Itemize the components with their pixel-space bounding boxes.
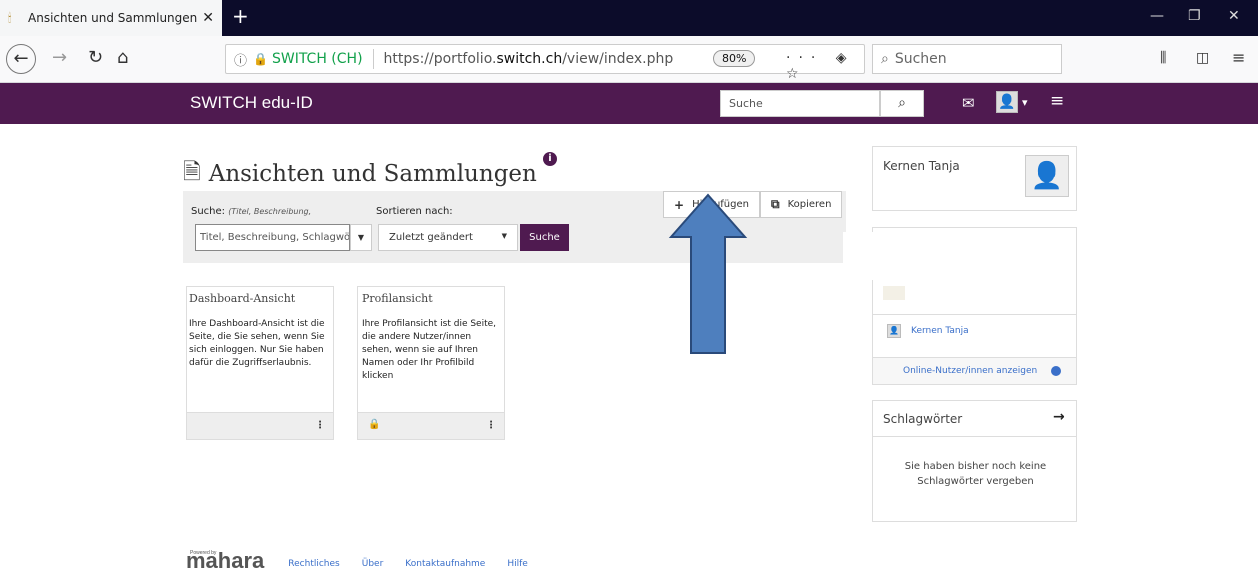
redacted-area bbox=[843, 232, 1041, 280]
avatar-icon: 👤 bbox=[887, 324, 901, 338]
more-options-icon[interactable]: ⋮ bbox=[486, 420, 496, 431]
url-bar[interactable]: ⓘ 🔒 SWITCH (CH) https://portfolio.switch… bbox=[225, 44, 865, 82]
chevron-down-icon[interactable]: ▾ bbox=[1022, 96, 1028, 109]
show-online-users-link[interactable]: Online-Nutzer/innen anzeigen bbox=[903, 366, 1037, 376]
page-title: 🗎 Ansichten und Sammlungen bbox=[183, 155, 537, 193]
footer-link-about[interactable]: Über bbox=[362, 559, 384, 569]
footer-link-legal[interactable]: Rechtliches bbox=[288, 559, 339, 569]
placeholder-bar bbox=[883, 286, 905, 300]
search-icon: ⌕ bbox=[881, 51, 889, 67]
browser-nav-bar: ← → ↻ ⌂ ⓘ 🔒 SWITCH (CH) https://portfoli… bbox=[0, 36, 1258, 83]
copy-button[interactable]: ⧉ Kopieren bbox=[759, 191, 843, 218]
view-card-dashboard[interactable]: Dashboard-Ansicht Ihre Dashboard-Ansicht… bbox=[186, 286, 334, 440]
search-button[interactable]: Suche bbox=[520, 224, 569, 251]
tags-empty-message: Sie haben bisher noch keine Schlagwörter… bbox=[904, 461, 1047, 487]
url-text: https://portfolio.switch.ch/view/index.p… bbox=[383, 51, 674, 67]
online-user-item[interactable]: 👤 Kernen Tanja bbox=[887, 324, 969, 338]
hamburger-menu-icon[interactable]: ≡ bbox=[1050, 91, 1064, 111]
card-footer: ⋮ bbox=[186, 412, 334, 440]
card-title[interactable]: Dashboard-Ansicht bbox=[189, 292, 295, 305]
tags-title: Schlagwörter bbox=[883, 412, 963, 426]
sort-select[interactable]: Zuletzt geändert ▼ bbox=[378, 224, 518, 251]
back-button[interactable]: ← bbox=[6, 44, 36, 74]
card-description: Ihre Dashboard-Ansicht ist die Seite, di… bbox=[189, 319, 325, 368]
search-type-dropdown[interactable]: ▼ bbox=[350, 224, 372, 251]
browser-search-input[interactable]: ⌕ Suchen bbox=[872, 44, 1062, 74]
footer-link-help[interactable]: Hilfe bbox=[507, 559, 527, 569]
search-label: Suche: (Titel, Beschreibung, bbox=[191, 206, 312, 217]
sidebar-toggle-icon[interactable]: ◫ bbox=[1196, 48, 1209, 68]
reload-button[interactable]: ↻ bbox=[88, 48, 103, 68]
profile-avatar[interactable]: 👤 bbox=[1025, 155, 1069, 197]
arrow-right-icon[interactable]: → bbox=[1053, 409, 1065, 425]
url-separator bbox=[372, 49, 374, 69]
site-search-button[interactable]: ⌕ bbox=[880, 90, 924, 117]
footer-link-contact[interactable]: Kontaktaufnahme bbox=[405, 559, 485, 569]
document-icon: 🗎 bbox=[183, 160, 201, 185]
view-card-profile[interactable]: Profilansicht Ihre Profilansicht ist die… bbox=[357, 286, 505, 440]
minimize-icon[interactable]: — bbox=[1150, 8, 1164, 24]
arrow-circle-icon[interactable] bbox=[1051, 366, 1061, 376]
page-title-text: Ansichten und Sammlungen bbox=[208, 161, 537, 187]
site-brand[interactable]: SWITCH edu-ID bbox=[190, 93, 313, 113]
online-users-block: 👤 Kernen Tanja Online-Nutzer/innen anzei… bbox=[843, 227, 1077, 385]
profile-block: Kernen Tanja 👤 bbox=[872, 146, 1077, 211]
search-icon: ⌕ bbox=[898, 95, 906, 111]
new-tab-button[interactable]: + bbox=[232, 6, 249, 26]
close-tab-icon[interactable]: ✕ bbox=[202, 10, 214, 26]
library-icon[interactable]: ⫼ bbox=[1160, 48, 1166, 68]
page-actions-icon[interactable]: ··· ◈ ☆ bbox=[786, 50, 864, 82]
menu-icon[interactable]: ≡ bbox=[1232, 48, 1245, 68]
restore-icon[interactable]: ❐ bbox=[1188, 8, 1201, 24]
browser-search-placeholder: Suchen bbox=[894, 51, 947, 67]
browser-tab-bar: 🕯 Ansichten und Sammlungen - S ✕ + — ❐ ✕ bbox=[0, 0, 1258, 36]
favicon-icon: 🕯 bbox=[8, 10, 12, 25]
sort-label: Sortieren nach: bbox=[376, 206, 453, 217]
home-button[interactable]: ⌂ bbox=[117, 48, 128, 68]
zoom-indicator[interactable]: 80% bbox=[713, 50, 756, 67]
card-footer: 🔒 ⋮ bbox=[357, 412, 505, 440]
tab-title: Ansichten und Sammlungen - S bbox=[28, 11, 199, 25]
divider bbox=[873, 314, 1076, 315]
info-icon[interactable]: ⓘ bbox=[234, 50, 247, 69]
view-search-input[interactable]: Titel, Beschreibung, Schlagwö bbox=[195, 224, 350, 251]
tags-block: Schlagwörter → Sie haben bisher noch kei… bbox=[872, 400, 1077, 522]
tags-header: Schlagwörter → bbox=[873, 401, 1076, 437]
profile-name[interactable]: Kernen Tanja bbox=[883, 159, 960, 173]
site-header: SWITCH edu-ID Suche ⌕ ✉ 👤 ▾ ≡ bbox=[0, 83, 1258, 124]
close-window-icon[interactable]: ✕ bbox=[1228, 8, 1240, 24]
annotation-arrow bbox=[668, 193, 748, 354]
page-footer: Powered by mahara Rechtliches Über Konta… bbox=[186, 550, 550, 572]
lock-icon: 🔒 bbox=[253, 52, 268, 66]
lock-icon: 🔒 bbox=[368, 419, 381, 430]
more-options-icon[interactable]: ⋮ bbox=[315, 420, 325, 431]
card-title[interactable]: Profilansicht bbox=[362, 292, 433, 305]
browser-tab[interactable]: 🕯 Ansichten und Sammlungen - S ✕ bbox=[0, 0, 222, 36]
forward-button[interactable]: → bbox=[52, 48, 67, 68]
online-users-footer: Online-Nutzer/innen anzeigen bbox=[872, 357, 1077, 385]
mahara-logo[interactable]: Powered by mahara bbox=[186, 550, 264, 572]
user-avatar[interactable]: 👤 bbox=[996, 91, 1018, 113]
site-search-input[interactable]: Suche bbox=[720, 90, 880, 117]
mail-icon[interactable]: ✉ bbox=[962, 94, 975, 112]
site-identity: SWITCH (CH) bbox=[271, 51, 363, 67]
help-info-icon[interactable]: i bbox=[543, 152, 557, 166]
copy-icon: ⧉ bbox=[770, 197, 780, 211]
chevron-down-icon: ▼ bbox=[501, 232, 507, 240]
card-description: Ihre Profilansicht ist die Seite, die an… bbox=[362, 319, 497, 381]
